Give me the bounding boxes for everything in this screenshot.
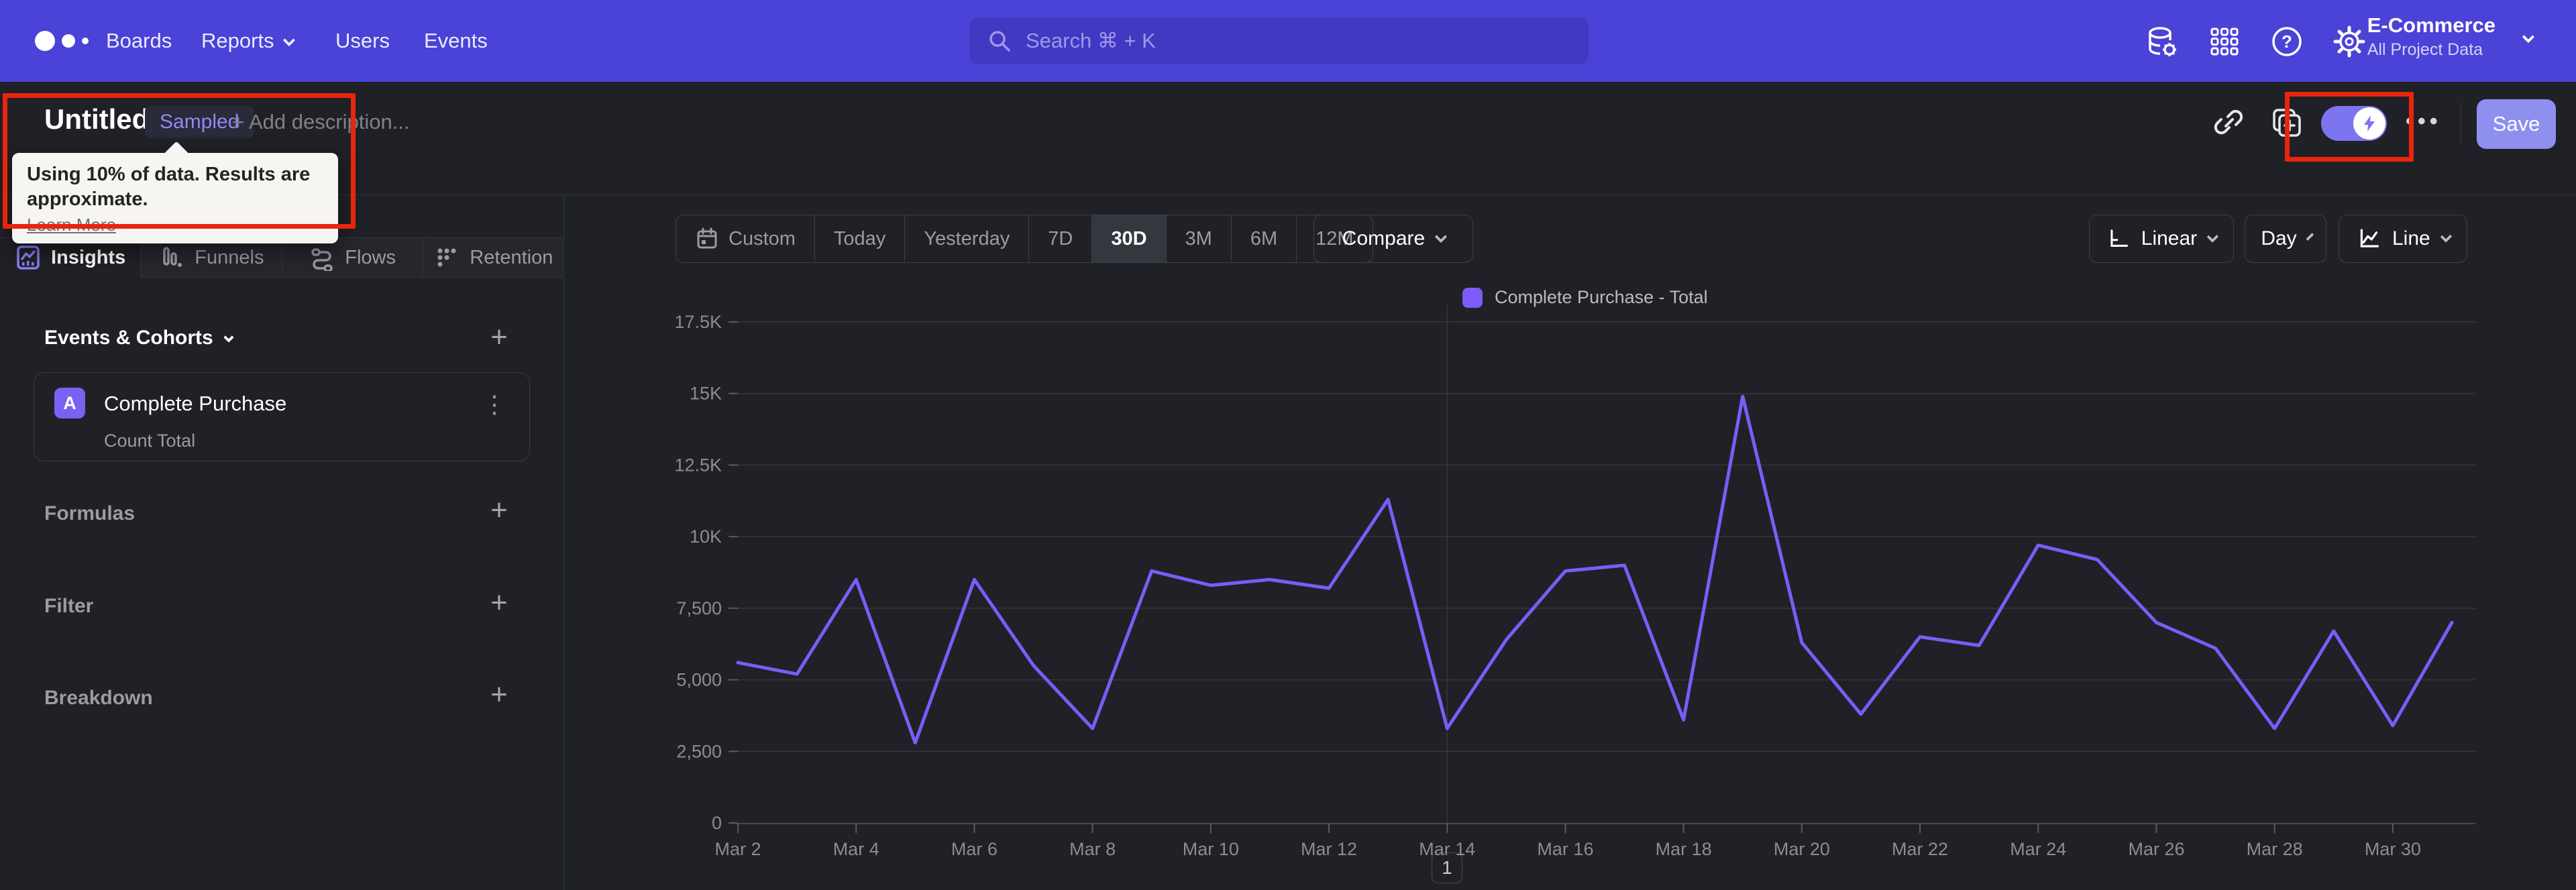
svg-text:15K: 15K (690, 384, 722, 404)
chevron-down-icon (2522, 30, 2535, 44)
svg-text:Mar 4: Mar 4 (833, 839, 879, 859)
svg-text:Mar 18: Mar 18 (1656, 839, 1712, 859)
svg-text:Mar 12: Mar 12 (1301, 839, 1357, 859)
search-placeholder: Search ⌘ + K (1026, 29, 1156, 52)
svg-text:Mar 30: Mar 30 (2365, 839, 2421, 859)
annotation-box-toggle (2285, 92, 2414, 162)
chart-legend[interactable]: Complete Purchase - Total (1462, 287, 1708, 308)
nav-item-boards[interactable]: Boards (106, 0, 172, 82)
help-icon[interactable]: ? (2269, 24, 2304, 59)
svg-text:Mar 8: Mar 8 (1069, 839, 1116, 859)
svg-text:Mar 20: Mar 20 (1774, 839, 1830, 859)
mixpanel-logo-icon[interactable] (35, 30, 109, 54)
svg-text:17.5K: 17.5K (674, 312, 722, 332)
project-name: E-Commerce (2367, 13, 2496, 37)
svg-text:Mar 22: Mar 22 (1892, 839, 1948, 859)
svg-text:Mar 6: Mar 6 (951, 839, 998, 859)
legend-label: Complete Purchase - Total (1495, 287, 1708, 307)
project-scope: All Project Data (2367, 40, 2483, 59)
chevron-down-icon (282, 34, 295, 46)
svg-text:10K: 10K (690, 526, 722, 547)
svg-text:Mar 28: Mar 28 (2247, 839, 2303, 859)
svg-text:Mar 26: Mar 26 (2128, 839, 2184, 859)
data-management-icon[interactable] (2144, 24, 2179, 59)
svg-text:?: ? (2282, 32, 2292, 52)
svg-text:Mar 2: Mar 2 (714, 839, 761, 859)
svg-text:5,000: 5,000 (676, 670, 722, 690)
search-icon (989, 31, 1010, 52)
svg-text:Mar 16: Mar 16 (1537, 839, 1593, 859)
svg-text:12.5K: 12.5K (674, 455, 722, 475)
annotation-box-title (3, 93, 356, 229)
insights-line-chart: 0 2,500 5,000 7,500 10K 12.5K 15K 17.5K Mar 2 Mar… (674, 305, 2475, 859)
apps-grid-icon[interactable] (2207, 24, 2242, 59)
settings-gear-icon[interactable] (2332, 24, 2367, 59)
project-selector[interactable]: E-Commerce All Project Data (2367, 12, 2496, 60)
svg-text:7,500: 7,500 (676, 598, 722, 618)
nav-item-reports[interactable]: Reports (201, 0, 295, 82)
svg-text:Mar 10: Mar 10 (1183, 839, 1239, 859)
nav-item-events[interactable]: Events (424, 0, 488, 82)
nav-item-users[interactable]: Users (335, 0, 390, 82)
svg-text:0: 0 (712, 813, 722, 833)
top-nav: Boards Reports Users Events Search ⌘ + K (0, 0, 2576, 82)
svg-text:Mar 24: Mar 24 (2010, 839, 2066, 859)
search-input[interactable]: Search ⌘ + K (969, 17, 1589, 64)
svg-text:Mar 14: Mar 14 (1419, 839, 1475, 859)
legend-swatch (1462, 287, 1483, 308)
svg-text:2,500: 2,500 (676, 741, 722, 761)
